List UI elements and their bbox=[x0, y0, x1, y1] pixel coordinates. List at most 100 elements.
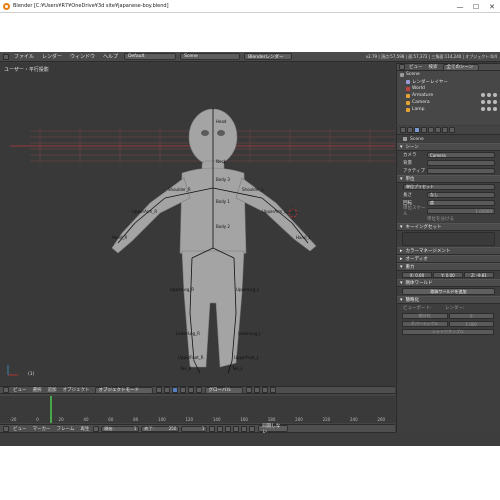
unit-scale-field[interactable]: 1.00000 bbox=[427, 208, 495, 214]
section-keying[interactable]: キーイングセット bbox=[397, 223, 500, 231]
render-engine-dropdown[interactable]: Blenderレンダー bbox=[244, 53, 293, 60]
menu-add[interactable]: 追加 bbox=[45, 387, 60, 393]
add-rigid-world-button[interactable]: 剛体ワールドを追加 bbox=[402, 288, 495, 295]
jump-start-icon[interactable] bbox=[209, 425, 216, 432]
start-frame-field[interactable]: 開始: 1 bbox=[101, 425, 140, 432]
section-color-management[interactable]: カラーマネージメント bbox=[397, 247, 500, 255]
character-mesh[interactable] bbox=[111, 108, 317, 368]
section-simplify[interactable]: 簡略化 bbox=[397, 296, 500, 304]
scene-tab-icon[interactable] bbox=[414, 127, 420, 133]
camera-object-icon bbox=[406, 100, 410, 105]
prev-key-icon[interactable] bbox=[217, 425, 224, 432]
armature-icon bbox=[406, 93, 410, 98]
translate-icon[interactable] bbox=[179, 387, 186, 393]
object-tab-icon[interactable] bbox=[428, 127, 434, 133]
menu-help[interactable]: ヘルプ bbox=[99, 53, 122, 60]
layer-icon[interactable] bbox=[245, 387, 252, 393]
scene-dropdown[interactable]: Scene bbox=[180, 53, 241, 60]
mode-dropdown[interactable]: オブジェクトモード bbox=[94, 386, 153, 394]
child-particles-field[interactable]: 1.000 bbox=[448, 321, 494, 327]
constraint-tab-icon[interactable] bbox=[435, 127, 441, 133]
menu-view[interactable]: ビュー bbox=[10, 387, 30, 393]
active-clip-field[interactable] bbox=[427, 168, 495, 174]
minimize-button[interactable]: — bbox=[452, 0, 468, 13]
outliner-row-lamp[interactable]: Lamp bbox=[397, 106, 500, 113]
background-field[interactable] bbox=[427, 160, 495, 166]
pivot-icon[interactable] bbox=[163, 387, 170, 393]
section-gravity[interactable]: 重力 bbox=[397, 263, 500, 271]
editor-type-icon[interactable] bbox=[3, 53, 9, 60]
section-audio[interactable]: オーディオ bbox=[397, 255, 500, 263]
outliner-display-dropdown[interactable]: 全てのシーン bbox=[442, 63, 479, 71]
outliner-row-world[interactable]: World bbox=[397, 85, 500, 92]
properties-breadcrumb: Scene bbox=[397, 135, 500, 143]
snap-icon[interactable] bbox=[261, 387, 268, 393]
visibility-toggles[interactable] bbox=[479, 93, 497, 97]
outliner-row-scene[interactable]: Scene bbox=[397, 71, 500, 78]
render-icon[interactable] bbox=[269, 387, 276, 393]
bone-label: Toe_L bbox=[231, 366, 244, 371]
outliner-row-armature[interactable]: Armature bbox=[397, 92, 500, 99]
keying-set-list[interactable] bbox=[402, 232, 495, 246]
scale-icon[interactable] bbox=[195, 387, 202, 393]
menu-view[interactable]: ビュー bbox=[10, 426, 30, 432]
data-tab-icon[interactable] bbox=[449, 127, 455, 133]
render-tab-icon[interactable] bbox=[400, 127, 406, 133]
menu-object[interactable]: オブジェクト bbox=[60, 387, 93, 393]
gravity-z-field[interactable]: Z: -9.81 bbox=[464, 272, 494, 278]
camera-field[interactable]: Camera bbox=[427, 152, 495, 158]
section-scene[interactable]: シーン bbox=[397, 143, 500, 151]
jump-end-icon[interactable] bbox=[249, 425, 256, 432]
outliner-row-renderlayer[interactable]: レンダーレイヤー bbox=[397, 78, 500, 85]
section-units[interactable]: 単位 bbox=[397, 175, 500, 183]
render-layer-icon bbox=[406, 79, 410, 84]
record-icon[interactable] bbox=[93, 425, 100, 432]
length-dropdown[interactable]: なし bbox=[427, 192, 495, 198]
menu-marker[interactable]: マーカー bbox=[30, 426, 54, 432]
orientation-dropdown[interactable]: グローバル bbox=[204, 386, 243, 394]
editor-type-icon[interactable] bbox=[3, 425, 9, 432]
outliner-label: Camera bbox=[412, 100, 430, 105]
timeline-track[interactable]: -20 0 20 40 60 80 100 120 140 160 180 20… bbox=[0, 396, 395, 423]
viewport-canvas[interactable]: Body 1 Body 2 Body 3 Neck Head Shoulder_… bbox=[0, 63, 395, 386]
subdiv-field[interactable]: 6 bbox=[448, 313, 494, 319]
outliner-view-menu[interactable]: ビュー bbox=[406, 64, 426, 70]
modifier-tab-icon[interactable] bbox=[442, 127, 448, 133]
next-key-icon[interactable] bbox=[241, 425, 248, 432]
outliner-search-menu[interactable]: 検索 bbox=[426, 64, 441, 70]
close-button[interactable]: ✕ bbox=[484, 0, 500, 13]
armature-bones[interactable] bbox=[117, 108, 309, 374]
play-reverse-icon[interactable] bbox=[225, 425, 232, 432]
end-frame-field[interactable]: 終了: 250 bbox=[141, 425, 180, 432]
shading-icon[interactable] bbox=[155, 387, 162, 393]
visibility-toggles[interactable] bbox=[479, 100, 497, 104]
layer-icon[interactable] bbox=[253, 387, 260, 393]
menu-playback[interactable]: 再生 bbox=[77, 426, 92, 432]
units-preset-dropdown[interactable]: 単位プリセット bbox=[403, 184, 495, 190]
background-label: 背景 bbox=[403, 161, 412, 166]
visibility-toggles[interactable] bbox=[479, 107, 497, 111]
menu-frame[interactable]: フレーム bbox=[54, 426, 78, 432]
manipulator-icon[interactable] bbox=[171, 387, 178, 393]
editor-type-icon[interactable] bbox=[3, 387, 9, 393]
maximize-button[interactable]: ☐ bbox=[468, 0, 484, 13]
rotation-dropdown[interactable]: 度 bbox=[427, 200, 495, 206]
play-icon[interactable] bbox=[233, 425, 240, 432]
gravity-x-field[interactable]: X: 0.00 bbox=[402, 272, 432, 278]
editor-type-icon[interactable] bbox=[399, 64, 405, 70]
menu-render[interactable]: レンダー bbox=[38, 53, 66, 60]
menu-window[interactable]: ウィンドウ bbox=[66, 53, 99, 60]
menu-select[interactable]: 選択 bbox=[30, 387, 45, 393]
outliner-row-camera[interactable]: Camera bbox=[397, 99, 500, 106]
current-frame-field[interactable]: 1 bbox=[181, 425, 208, 432]
layout-dropdown[interactable]: Default bbox=[124, 53, 177, 60]
section-rigid-body[interactable]: 剛体ワールド bbox=[397, 279, 500, 287]
viewport-col-label: ビューポート: bbox=[403, 306, 432, 311]
world-tab-icon[interactable] bbox=[421, 127, 427, 133]
gravity-y-field[interactable]: Y: 0.00 bbox=[433, 272, 463, 278]
rotate-icon[interactable] bbox=[187, 387, 194, 393]
3d-viewport[interactable]: ユーザー・平行投影 Body 1 Body 2 Body 3 Neck Head… bbox=[0, 63, 395, 386]
layers-tab-icon[interactable] bbox=[407, 127, 413, 133]
menu-file[interactable]: ファイル bbox=[10, 53, 38, 60]
sync-dropdown[interactable]: 同期しない bbox=[258, 424, 289, 435]
